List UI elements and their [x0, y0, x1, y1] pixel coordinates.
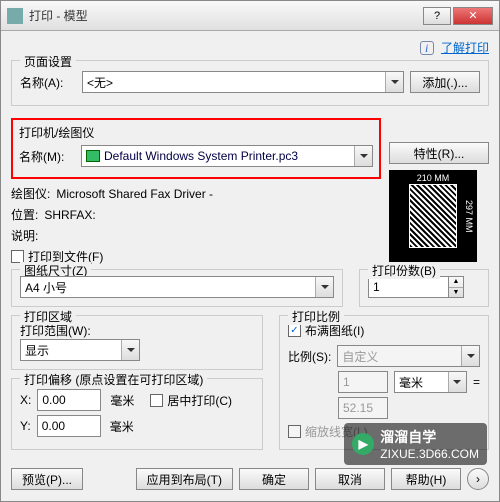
print-area-group: 打印区域 打印范围(W): 显示 — [11, 315, 263, 370]
watermark-icon: ▶ — [352, 433, 374, 455]
center-checkbox[interactable]: 居中打印(C) — [150, 392, 232, 409]
help-link[interactable]: 了解打印 — [441, 41, 489, 55]
x-unit: 毫米 — [110, 392, 134, 409]
scope-select[interactable]: 显示 — [20, 339, 140, 361]
y-input[interactable] — [37, 415, 101, 437]
unit-select[interactable]: 毫米 — [394, 371, 467, 393]
window-title: 打印 - 模型 — [29, 7, 421, 24]
paper-size-value: A4 小号 — [25, 279, 67, 296]
offset-group: 打印偏移 (原点设置在可打印区域) X: 毫米 居中打印(C) Y: 毫米 — [11, 378, 263, 450]
copies-group: 打印份数(B) ▲▼ — [359, 269, 489, 307]
ratio-label: 比例(S): — [288, 348, 331, 365]
paper-size-select[interactable]: A4 小号 — [20, 276, 334, 298]
info-icon: i — [420, 41, 434, 55]
copies-input[interactable] — [368, 276, 448, 298]
paper-preview: 210 MM 297 MM — [389, 170, 477, 262]
units-input — [338, 371, 388, 393]
location-value: SHRFAX: — [44, 208, 95, 222]
app-icon — [7, 8, 23, 24]
chevron-down-icon — [121, 340, 139, 360]
ok-button[interactable]: 确定 — [239, 468, 309, 490]
chevron-down-icon — [315, 277, 333, 297]
expand-button[interactable]: › — [467, 468, 489, 490]
chevron-down-icon — [354, 146, 372, 166]
help-button-footer[interactable]: 帮助(H) — [391, 468, 461, 490]
stepper-down-icon[interactable]: ▼ — [449, 288, 463, 298]
location-label: 位置: — [11, 206, 38, 223]
printer-name-select[interactable]: Default Windows System Printer.pc3 — [81, 145, 373, 167]
desc-label: 说明: — [11, 227, 38, 244]
properties-button[interactable]: 特性(R)... — [389, 142, 489, 164]
x-input[interactable] — [37, 389, 101, 411]
chevron-down-icon — [385, 72, 403, 92]
plotter-label: 绘图仪: — [11, 185, 50, 202]
chevron-down-icon — [461, 346, 479, 366]
watermark-site: ZIXUE.3D66.COM — [380, 447, 479, 461]
paper-size-group: 图纸尺寸(Z) A4 小号 — [11, 269, 343, 307]
copies-stepper[interactable]: ▲▼ — [368, 276, 480, 298]
ratio-select: 自定义 — [337, 345, 480, 367]
printer-icon — [86, 150, 100, 162]
sheet-icon — [409, 184, 457, 248]
cancel-button[interactable]: 取消 — [315, 468, 385, 490]
watermark-brand: 溜溜自学 — [380, 427, 479, 447]
stepper-up-icon[interactable]: ▲ — [449, 277, 463, 288]
add-button[interactable]: 添加(.)... — [410, 71, 480, 93]
chevron-down-icon — [448, 372, 466, 392]
x-label: X: — [20, 393, 31, 407]
printer-name-value: Default Windows System Printer.pc3 — [104, 149, 298, 163]
close-button[interactable]: ✕ — [453, 7, 493, 25]
page-setup-legend: 页面设置 — [20, 53, 76, 70]
apply-layout-button[interactable]: 应用到布局(T) — [136, 468, 233, 490]
printer-name-label: 名称(M): — [19, 148, 75, 165]
drawing-units-input — [338, 397, 388, 419]
printer-legend: 打印机/绘图仪 — [19, 124, 373, 141]
page-name-select[interactable]: <无> — [82, 71, 404, 93]
preview-button[interactable]: 预览(P)... — [11, 468, 83, 490]
help-button[interactable]: ? — [423, 7, 451, 25]
page-name-label: 名称(A): — [20, 74, 76, 91]
page-setup-group: 页面设置 名称(A): <无> 添加(.)... — [11, 60, 489, 106]
copies-legend: 打印份数(B) — [368, 262, 440, 279]
ratio-value: 自定义 — [342, 348, 378, 365]
watermark: ▶ 溜溜自学 ZIXUE.3D66.COM — [344, 423, 487, 465]
preview-height: 297 MM — [464, 171, 474, 261]
plotter-value: Microsoft Shared Fax Driver - — [56, 187, 213, 201]
y-unit: 毫米 — [110, 418, 134, 435]
unit-value: 毫米 — [399, 374, 423, 391]
scale-legend: 打印比例 — [288, 308, 344, 325]
y-label: Y: — [20, 419, 31, 433]
scope-value: 显示 — [25, 342, 49, 359]
page-name-value: <无> — [87, 74, 113, 91]
equals-label: = — [473, 375, 480, 389]
offset-legend: 打印偏移 (原点设置在可打印区域) — [20, 371, 207, 388]
printer-highlight-box: 打印机/绘图仪 名称(M): Default Windows System Pr… — [11, 118, 381, 179]
area-legend: 打印区域 — [20, 308, 76, 325]
